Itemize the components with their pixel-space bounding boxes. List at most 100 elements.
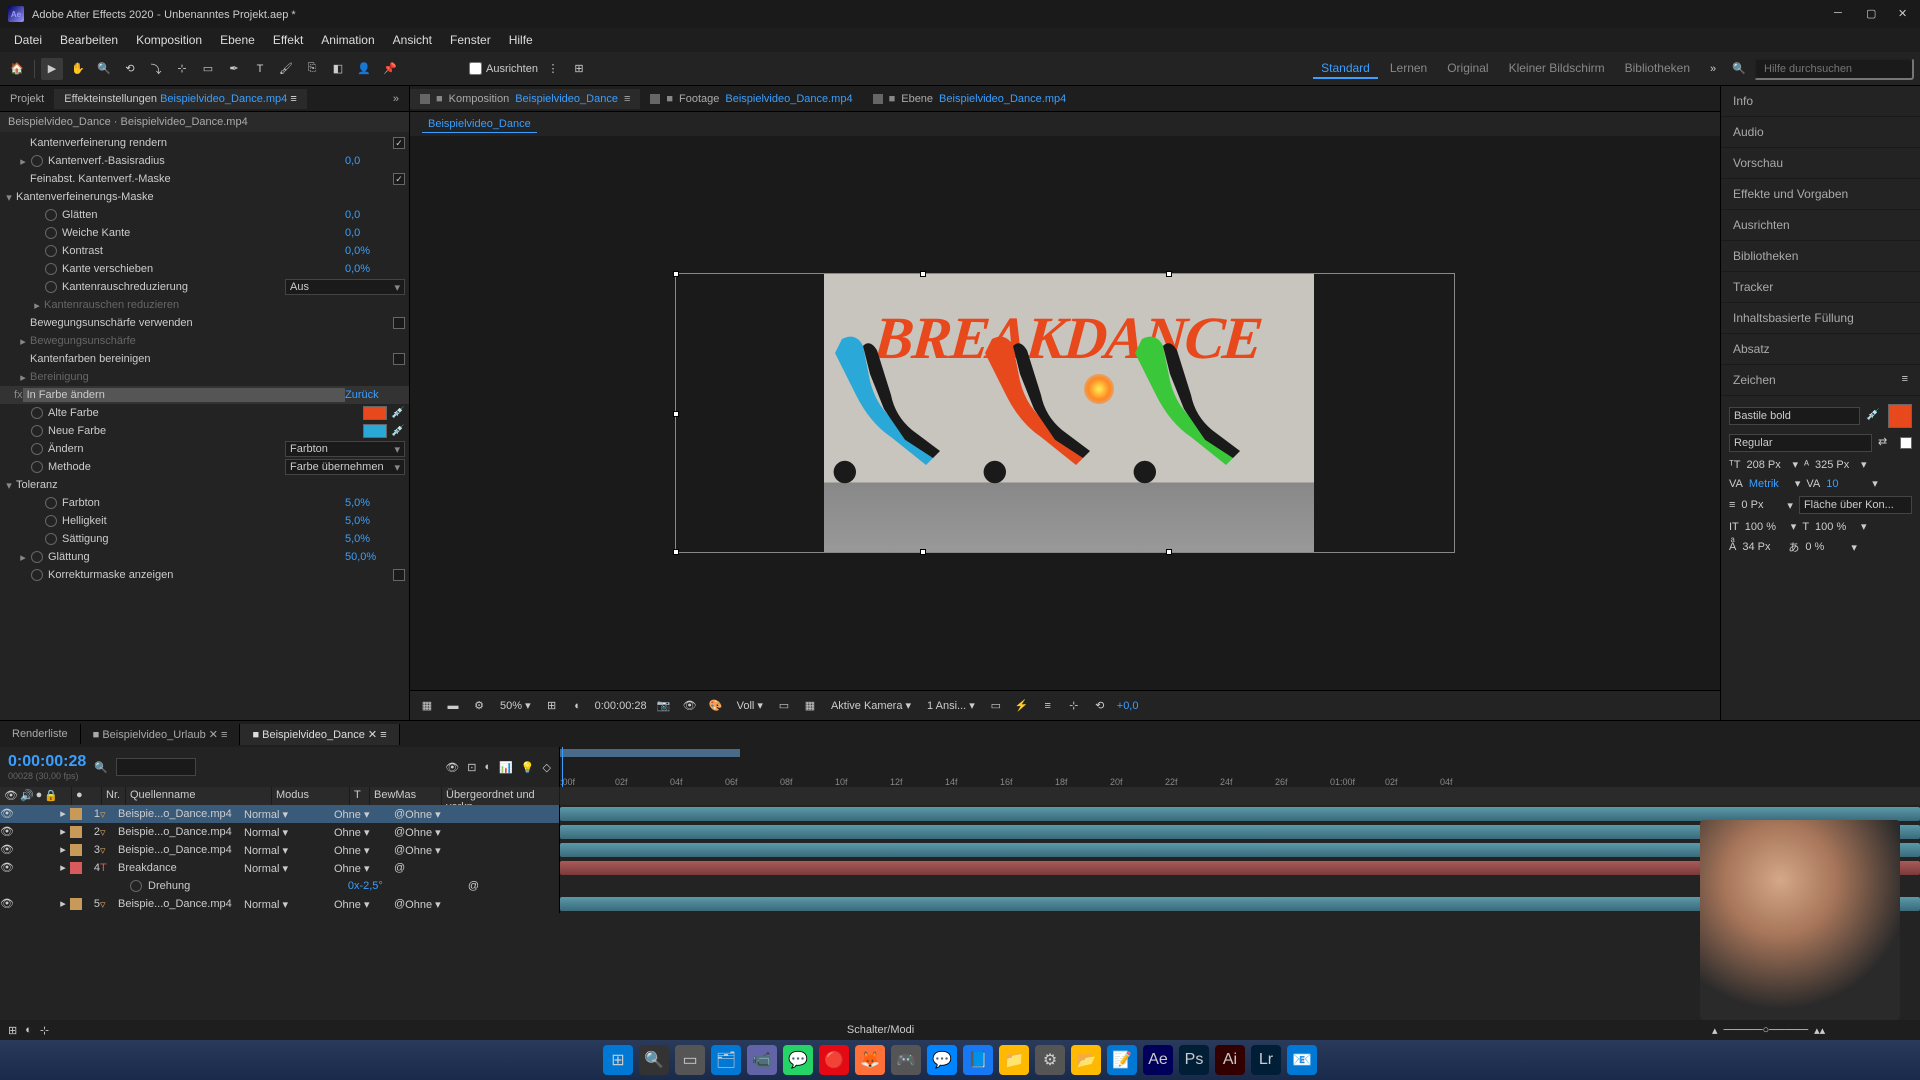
prop-value[interactable]: 50,0% xyxy=(345,551,405,563)
prop-dropdown[interactable]: Farbton xyxy=(285,441,405,457)
leading-value[interactable]: 325 Px xyxy=(1815,459,1855,471)
col-label[interactable]: ● xyxy=(72,787,102,805)
timeline-tab[interactable]: Renderliste xyxy=(0,724,81,744)
eye-toggle[interactable]: 👁 xyxy=(0,843,14,857)
timeline-layer[interactable]: 👁 ▸ 1 ▿ Beispie...o_Dance.mp4 Normal ▾ O… xyxy=(0,805,1920,823)
panel-audio[interactable]: Audio xyxy=(1721,117,1920,148)
snap-checkbox[interactable] xyxy=(469,62,482,75)
layer-color[interactable] xyxy=(70,898,82,910)
panel-info[interactable]: Info xyxy=(1721,86,1920,117)
parent-pickwhip-icon[interactable]: @ xyxy=(394,898,405,910)
stopwatch-icon[interactable] xyxy=(45,533,57,545)
flowchart-icon[interactable]: ⊹ xyxy=(1065,697,1083,715)
swap-colors-icon[interactable]: ⇄ xyxy=(1878,435,1894,451)
prop-checkbox[interactable] xyxy=(393,317,405,329)
views-dropdown[interactable]: 1 Ansi... ▾ xyxy=(923,698,979,713)
stopwatch-icon[interactable] xyxy=(130,880,142,892)
panel-vorschau[interactable]: Vorschau xyxy=(1721,148,1920,179)
viewer-timecode[interactable]: 0:00:00:28 xyxy=(595,700,647,712)
toggle-modes-icon[interactable]: ◐ xyxy=(25,1024,32,1036)
search-layer-icon[interactable]: 🔍 xyxy=(94,761,108,774)
brush-tool[interactable]: 🖌 xyxy=(275,58,297,80)
twirl-icon[interactable]: ▸ xyxy=(18,335,28,348)
eyedropper-icon[interactable]: 💉 xyxy=(391,406,405,420)
eye-toggle[interactable]: 👁 xyxy=(0,807,14,821)
prop-value[interactable]: 0,0% xyxy=(345,263,405,275)
comp-tab[interactable]: ■ Ebene Beispielvideo_Dance.mp4 xyxy=(863,89,1077,109)
parent-dropdown[interactable]: Ohne ▾ xyxy=(405,844,485,857)
motion-blur-icon[interactable]: ◐ xyxy=(484,761,491,773)
trkmat-dropdown[interactable]: Ohne ▾ xyxy=(334,844,394,857)
timeline-layer[interactable]: 👁 ▸ 2 ▿ Beispie...o_Dance.mp4 Normal ▾ O… xyxy=(0,823,1920,841)
taskbar-app[interactable]: Ae xyxy=(1143,1045,1173,1075)
home-icon[interactable]: 🏠 xyxy=(6,58,28,80)
trkmat-dropdown[interactable]: Ohne ▾ xyxy=(334,898,394,911)
roto-tool[interactable]: 👤 xyxy=(353,58,375,80)
twirl-icon[interactable]: ▸ xyxy=(18,371,28,384)
stopwatch-icon[interactable] xyxy=(31,569,43,581)
zoom-tool[interactable]: 🔍 xyxy=(93,58,115,80)
hand-tool[interactable]: ✋ xyxy=(67,58,89,80)
menu-bearbeiten[interactable]: Bearbeiten xyxy=(52,30,126,50)
font-family-dropdown[interactable]: Bastile bold xyxy=(1729,407,1860,425)
channel-icon[interactable]: ▬ xyxy=(444,697,462,715)
stopwatch-icon[interactable] xyxy=(31,461,43,473)
trkmat-dropdown[interactable]: Ohne ▾ xyxy=(334,826,394,839)
parent-dropdown[interactable]: Ohne ▾ xyxy=(405,808,485,821)
solo-col-icon[interactable]: ● xyxy=(36,789,43,803)
clone-tool[interactable]: ⎘ xyxy=(301,58,323,80)
twirl-icon[interactable]: ▸ xyxy=(56,897,70,911)
taskbar-app[interactable]: 📂 xyxy=(1071,1045,1101,1075)
layer-color[interactable] xyxy=(70,862,82,874)
help-search-input[interactable] xyxy=(1754,58,1914,80)
tsume-value[interactable]: 0 % xyxy=(1805,541,1845,553)
graph-editor-icon[interactable]: 📊 xyxy=(499,761,513,774)
transparency-icon[interactable]: ▦ xyxy=(801,697,819,715)
stroke-mode-dropdown[interactable]: Fläche über Kon... xyxy=(1799,496,1912,514)
taskbar-app[interactable]: 🗂 xyxy=(711,1045,741,1075)
layer-name[interactable]: Breakdance xyxy=(114,862,244,874)
layer-bar[interactable] xyxy=(560,807,1920,821)
prop-value[interactable]: 0,0% xyxy=(345,245,405,257)
menu-ebene[interactable]: Ebene xyxy=(212,30,263,50)
layer-name[interactable]: Beispie...o_Dance.mp4 xyxy=(114,844,244,856)
parent-dropdown[interactable]: Ohne ▾ xyxy=(405,898,485,911)
stroke-color-swatch[interactable] xyxy=(1900,437,1912,449)
composition-viewer[interactable]: BREAKDANCE xyxy=(410,136,1720,690)
twirl-icon[interactable]: ▸ xyxy=(56,807,70,821)
stopwatch-icon[interactable] xyxy=(31,407,43,419)
show-snapshot-icon[interactable]: 👁 xyxy=(681,697,699,715)
hscale-value[interactable]: 100 % xyxy=(1815,521,1855,533)
eye-toggle[interactable]: 👁 xyxy=(0,825,14,839)
workspace-original[interactable]: Original xyxy=(1439,59,1496,79)
taskbar-app[interactable]: ⊞ xyxy=(603,1045,633,1075)
toggle-in-out-icon[interactable]: ⊹ xyxy=(40,1024,49,1037)
work-area-bar[interactable] xyxy=(560,749,740,757)
parent-pickwhip-icon[interactable]: @ xyxy=(394,826,405,838)
taskbar-app[interactable]: 📹 xyxy=(747,1045,777,1075)
mode-dropdown[interactable]: Normal ▾ xyxy=(244,862,314,875)
eye-toggle[interactable]: 👁 xyxy=(0,897,14,911)
tracking-value[interactable]: 10 xyxy=(1826,478,1866,490)
rotate-tool[interactable]: ⤵ xyxy=(145,58,167,80)
twirl-icon[interactable]: ▸ xyxy=(56,825,70,839)
zoom-dropdown[interactable]: 50% ▾ xyxy=(496,698,535,713)
stopwatch-icon[interactable] xyxy=(31,443,43,455)
speaker-col-icon[interactable]: 🔊 xyxy=(20,789,34,803)
taskbar-app[interactable]: Lr xyxy=(1251,1045,1281,1075)
twirl-icon[interactable]: ▸ xyxy=(18,155,28,168)
parent-pickwhip-icon[interactable]: @ xyxy=(394,808,405,820)
taskbar-app[interactable]: ▭ xyxy=(675,1045,705,1075)
menu-datei[interactable]: Datei xyxy=(6,30,50,50)
prop-value[interactable]: 5,0% xyxy=(345,497,405,509)
menu-animation[interactable]: Animation xyxy=(313,30,382,50)
prop-checkbox[interactable] xyxy=(393,173,405,185)
prop-value[interactable]: 0,0 xyxy=(345,155,405,167)
timeline-icon[interactable]: ≡ xyxy=(1039,697,1057,715)
mode-dropdown[interactable]: Normal ▾ xyxy=(244,826,314,839)
baseline-value[interactable]: 34 Px xyxy=(1742,541,1782,553)
grid-icon[interactable]: ⊞ xyxy=(568,58,590,80)
res-icon[interactable]: ⚙ xyxy=(470,697,488,715)
prop-value[interactable]: 5,0% xyxy=(345,533,405,545)
pen-tool[interactable]: ✒ xyxy=(223,58,245,80)
